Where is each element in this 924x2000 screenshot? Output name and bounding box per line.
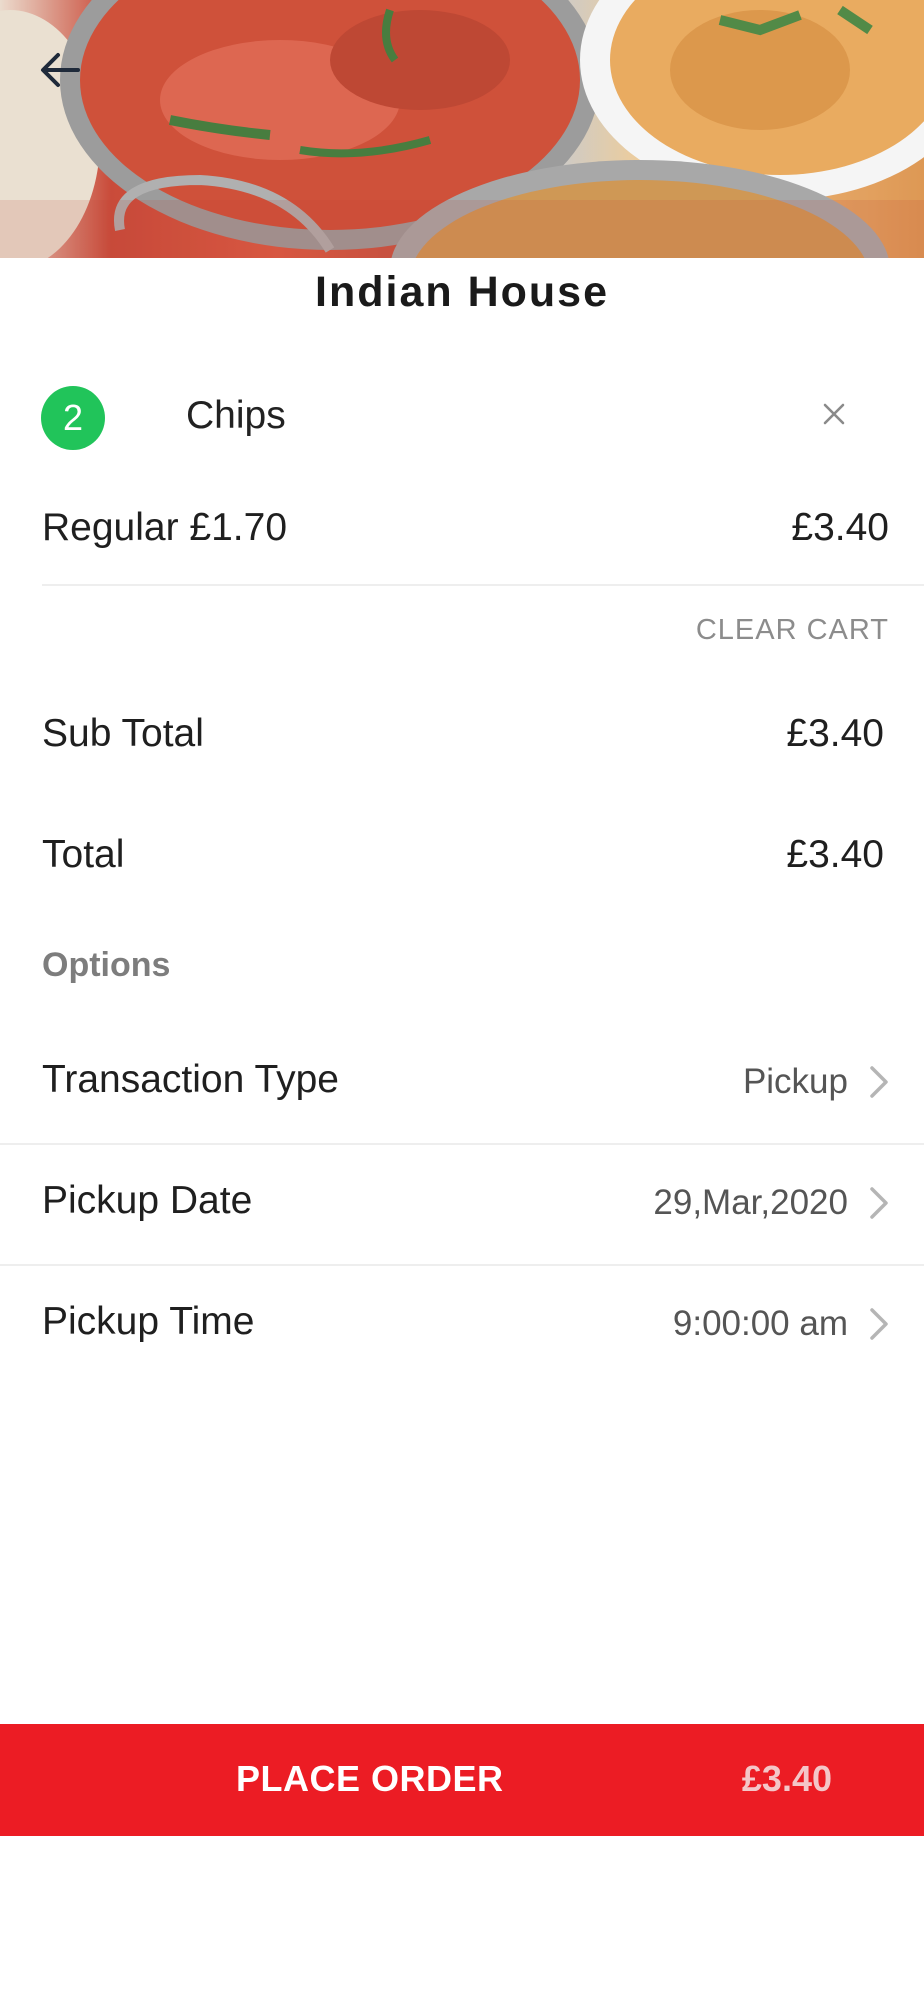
- option-value: 29,Mar,2020: [653, 1183, 848, 1222]
- restaurant-hero-image: [0, 0, 924, 258]
- chevron-right-icon: [870, 1066, 888, 1098]
- options-section-title: Options: [42, 946, 171, 984]
- subtotal-label: Sub Total: [42, 712, 204, 755]
- cart-item-name: Chips: [186, 394, 286, 437]
- arrow-left-icon: [41, 53, 80, 87]
- option-label: Pickup Time: [42, 1300, 255, 1343]
- place-order-amount: £3.40: [741, 1758, 832, 1799]
- chevron-right-icon: [870, 1308, 888, 1340]
- option-row-transaction-type[interactable]: Transaction Type Pickup: [0, 1022, 924, 1142]
- subtotal-value: £3.40: [786, 712, 884, 755]
- remove-item-button[interactable]: [812, 392, 856, 436]
- back-button[interactable]: [30, 40, 90, 100]
- close-icon: [823, 403, 845, 425]
- option-label: Transaction Type: [42, 1058, 339, 1101]
- option-value: 9:00:00 am: [672, 1304, 848, 1343]
- total-label: Total: [42, 833, 125, 876]
- divider: [42, 584, 924, 586]
- quantity-badge: 2: [41, 386, 105, 450]
- place-order-label: PLACE ORDER: [236, 1758, 504, 1799]
- clear-cart-button[interactable]: CLEAR CART: [696, 614, 889, 647]
- cart-item-total: £3.40: [791, 506, 889, 549]
- option-row-pickup-time[interactable]: Pickup Time 9:00:00 am: [0, 1264, 924, 1384]
- chevron-right-icon: [870, 1187, 888, 1219]
- place-order-button[interactable]: PLACE ORDER £3.40: [0, 1724, 924, 1836]
- option-label: Pickup Date: [42, 1179, 253, 1222]
- option-row-pickup-date[interactable]: Pickup Date 29,Mar,2020: [0, 1143, 924, 1263]
- option-value: Pickup: [742, 1062, 848, 1101]
- total-value: £3.40: [786, 833, 884, 876]
- restaurant-name: Indian House: [315, 268, 609, 316]
- cart-item-variant: Regular £1.70: [42, 506, 288, 549]
